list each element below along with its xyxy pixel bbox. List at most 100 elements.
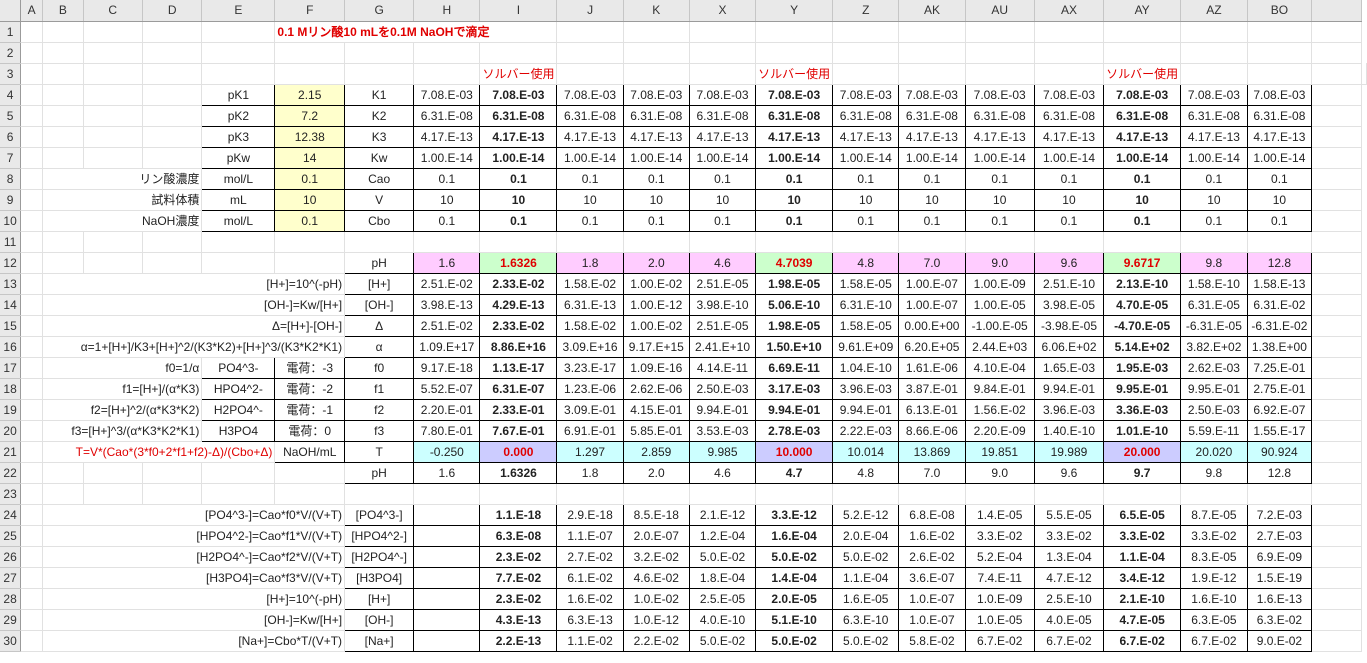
calc-value[interactable]: 1.50.E+10 — [755, 335, 834, 358]
param-value[interactable]: 10 — [274, 188, 346, 211]
const-value[interactable]: 10 — [755, 188, 834, 211]
row-header-23[interactable]: 23 — [0, 483, 22, 505]
column-header-D[interactable]: D — [142, 0, 203, 22]
empty-cell[interactable] — [20, 567, 44, 589]
const-value[interactable]: 7.08.E-03 — [832, 83, 900, 106]
conc-value[interactable]: 6.5.E-05 — [1103, 503, 1182, 526]
conc-value[interactable]: 1.6.E-02 — [898, 524, 966, 547]
calc-value[interactable]: 6.31.E-07 — [479, 377, 558, 400]
calc-value[interactable]: 9.84.E-01 — [964, 377, 1035, 400]
conc-value[interactable]: 4.7.E-05 — [1103, 608, 1182, 631]
const-value[interactable]: 0.1 — [479, 167, 558, 190]
conc-value[interactable]: 3.2.E-02 — [622, 545, 690, 568]
empty-cell[interactable] — [1180, 63, 1248, 85]
conc-value[interactable]: 2.0.E-04 — [832, 524, 900, 547]
const-value[interactable]: 4.17.E-13 — [622, 125, 690, 148]
empty-cell[interactable] — [623, 483, 690, 505]
param-name[interactable]: pKw — [201, 146, 276, 169]
empty-cell[interactable] — [42, 462, 84, 484]
empty-cell[interactable] — [479, 483, 558, 505]
calc-value[interactable]: 3.98.E-05 — [1033, 293, 1105, 316]
calc-value[interactable]: 2.33.E-01 — [479, 398, 558, 421]
const-value[interactable]: 10 — [1103, 188, 1182, 211]
conc-value[interactable]: 6.7.E-02 — [1033, 629, 1105, 652]
empty-cell[interactable] — [1103, 231, 1182, 253]
column-header-E[interactable]: E — [201, 0, 276, 22]
conc-value[interactable]: 5.0.E-02 — [832, 629, 900, 652]
conc-value[interactable]: 6.3.E-05 — [1180, 608, 1248, 631]
const-value[interactable]: 0.1 — [622, 209, 690, 232]
calc-value[interactable]: 4.6 — [688, 251, 757, 274]
conc-value[interactable]: 5.2.E-12 — [832, 503, 900, 526]
const-value[interactable]: 10 — [622, 188, 690, 211]
empty-cell[interactable] — [20, 504, 44, 526]
formula-label[interactable]: [H+]=10^(-pH) — [42, 273, 346, 295]
empty-cell[interactable] — [201, 462, 276, 484]
conc-value[interactable]: 6.9.E-09 — [1246, 545, 1313, 568]
empty-cell[interactable] — [201, 21, 276, 43]
calc-value[interactable]: 10.000 — [755, 440, 834, 463]
sheet-title[interactable]: 0.1 Mリン酸10 mLを0.1M NaOHで滴定 — [274, 21, 558, 43]
formula-label[interactable]: T=V*(Cao*(3*f0+2*f1+f2)-Δ)/(Cbo+Δ) — [42, 441, 276, 463]
calc-value[interactable]: 3.36.E-03 — [1103, 398, 1182, 421]
calc-value[interactable]: 0.000 — [479, 440, 558, 463]
empty-cell[interactable] — [142, 462, 203, 484]
calc-value[interactable]: 1.38.E+00 — [1246, 335, 1313, 358]
conc-value[interactable] — [413, 524, 481, 547]
empty-cell[interactable] — [556, 21, 624, 43]
calc-value[interactable]: 1.98.E-05 — [755, 272, 834, 295]
species-label[interactable]: HPO4^2- — [201, 377, 276, 400]
const-value[interactable]: 0.1 — [755, 209, 834, 232]
const-value[interactable]: 0.1 — [688, 209, 757, 232]
const-value[interactable]: 4.17.E-13 — [1180, 125, 1248, 148]
conc-value[interactable]: 1.6.E-10 — [1180, 587, 1248, 610]
calc-value[interactable]: 2.51.E-02 — [413, 272, 481, 295]
const-value[interactable]: 10 — [479, 188, 558, 211]
conc-value[interactable]: 1.6.E-04 — [755, 524, 834, 547]
empty-cell[interactable] — [1103, 21, 1182, 43]
row-header-17[interactable]: 17 — [0, 357, 22, 379]
empty-cell[interactable] — [20, 441, 44, 463]
empty-cell[interactable] — [344, 231, 415, 253]
empty-cell[interactable] — [344, 63, 415, 85]
empty-cell[interactable] — [344, 483, 415, 505]
column-header-AY[interactable]: AY — [1103, 0, 1182, 22]
conc-symbol[interactable]: [H3PO4] — [344, 566, 415, 589]
empty-cell[interactable] — [898, 483, 966, 505]
conc-value[interactable]: 6.1.E-02 — [556, 566, 624, 589]
calc-value[interactable]: -3.98.E-05 — [1033, 314, 1105, 337]
conc-formula[interactable]: [H+]=10^(-pH) — [42, 588, 346, 610]
calc-value[interactable]: 1.09.E-16 — [622, 356, 690, 379]
empty-cell[interactable] — [1247, 21, 1313, 43]
conc-value[interactable]: 1.0.E-02 — [622, 587, 690, 610]
row-header-9[interactable]: 9 — [0, 189, 22, 211]
row-symbol[interactable]: [OH-] — [344, 293, 415, 316]
conc-value[interactable]: 6.3.E-10 — [832, 608, 900, 631]
row-symbol[interactable]: pH — [344, 461, 415, 484]
conc-value[interactable]: 6.3.E-08 — [479, 524, 558, 547]
empty-cell[interactable] — [1311, 231, 1362, 253]
const-value[interactable]: 10 — [413, 188, 481, 211]
conc-symbol[interactable]: [HPO4^2-] — [344, 524, 415, 547]
empty-cell[interactable] — [20, 357, 44, 379]
const-value[interactable]: 4.17.E-13 — [688, 125, 757, 148]
const-label[interactable]: K1 — [344, 83, 415, 106]
const-value[interactable]: 0.1 — [413, 209, 481, 232]
column-header-G[interactable]: G — [344, 0, 415, 22]
calc-value[interactable]: 1.6 — [413, 461, 481, 484]
calc-value[interactable]: 9.6 — [1033, 461, 1105, 484]
conc-symbol[interactable]: [PO4^3-] — [344, 503, 415, 526]
const-value[interactable]: 0.1 — [622, 167, 690, 190]
empty-cell[interactable] — [1311, 630, 1362, 652]
row-header-15[interactable]: 15 — [0, 315, 22, 337]
row-header-27[interactable]: 27 — [0, 567, 22, 589]
empty-cell[interactable] — [1180, 231, 1248, 253]
empty-cell[interactable] — [83, 21, 143, 43]
row-header-13[interactable]: 13 — [0, 273, 22, 295]
calc-value[interactable]: 9.94.E-01 — [832, 398, 900, 421]
const-value[interactable]: 1.00.E-14 — [479, 146, 558, 169]
calc-value[interactable]: 2.41.E+10 — [688, 335, 757, 358]
calc-value[interactable]: 7.25.E-01 — [1246, 356, 1313, 379]
const-value[interactable]: 6.31.E-08 — [413, 104, 481, 127]
row-header-12[interactable]: 12 — [0, 252, 22, 274]
